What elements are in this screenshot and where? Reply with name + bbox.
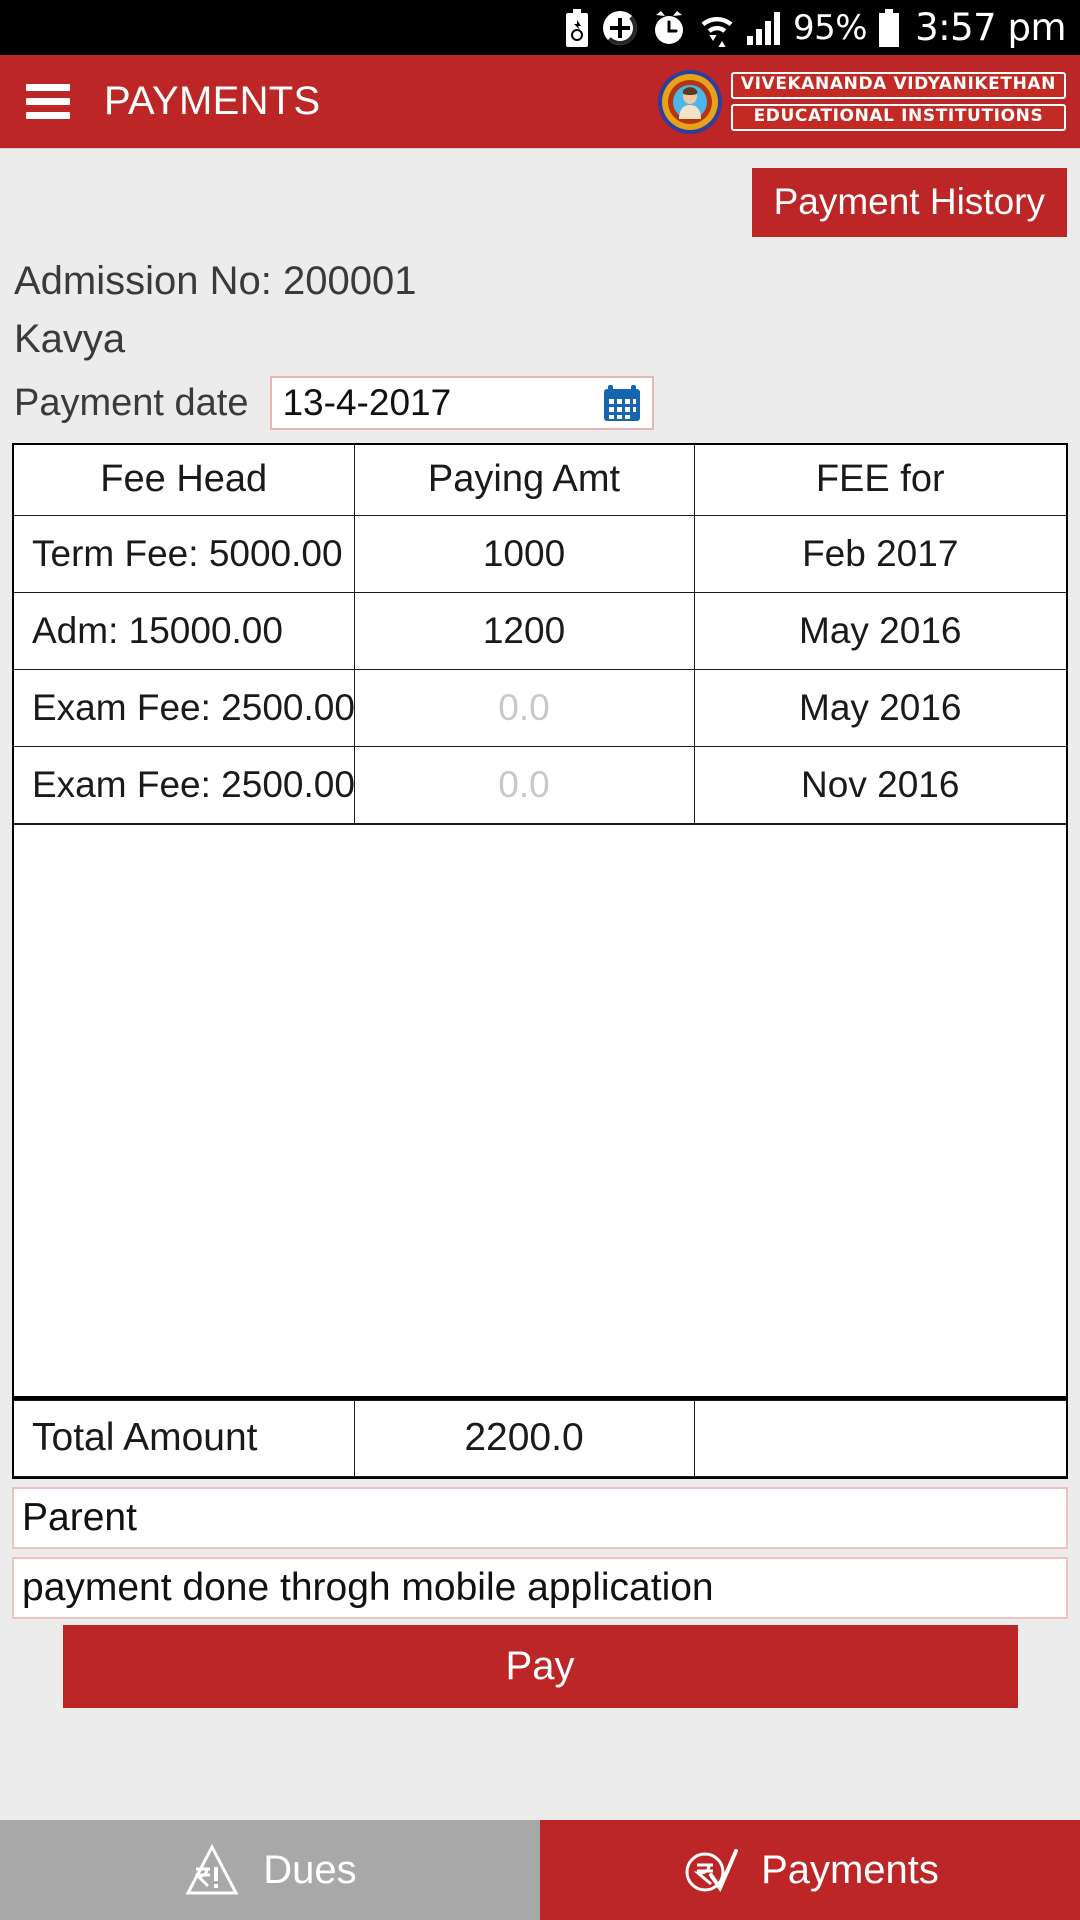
status-bar: 95% 3:57 pm xyxy=(0,0,1080,55)
cell-fee-for: May 2016 xyxy=(693,591,1066,670)
payment-date-value: 13-4-2017 xyxy=(282,382,452,423)
hamburger-menu-icon[interactable] xyxy=(26,84,70,119)
table-row: Adm: 15000.00 1200 May 2016 xyxy=(14,591,1066,670)
total-table: Total Amount 2200.0 xyxy=(14,1399,1066,1477)
total-amount-blank xyxy=(693,1399,1066,1477)
battery-icon xyxy=(878,8,900,47)
tab-dues-label: Dues xyxy=(263,1848,357,1892)
main-content: Payment History Admission No: 200001 Kav… xyxy=(0,148,1080,1820)
cell-fee-head: Exam Fee: 2500.00 xyxy=(14,745,355,824)
cell-paying-amt[interactable]: 1000 xyxy=(353,514,695,593)
signal-bars-icon xyxy=(746,11,782,45)
tab-payments-label: Payments xyxy=(761,1848,939,1892)
cell-fee-for: Feb 2017 xyxy=(693,514,1066,593)
cell-paying-amt[interactable]: 1200 xyxy=(353,591,695,670)
table-row: Exam Fee: 2500.00 0.0 Nov 2016 xyxy=(14,745,1066,824)
app-root: 95% 3:57 pm PAYMENTS VIVEKANANDA VIDYANI… xyxy=(0,0,1080,1920)
alarm-clock-icon xyxy=(650,9,688,47)
payment-history-button[interactable]: Payment History xyxy=(751,168,1067,237)
school-emblem-icon xyxy=(657,69,723,135)
total-row-container: Total Amount 2200.0 xyxy=(12,1397,1068,1479)
remarks-input-value: payment done throgh mobile application xyxy=(22,1565,714,1609)
student-name-label: Kavya xyxy=(14,317,126,361)
remarks-input[interactable]: payment done throgh mobile application xyxy=(12,1556,1068,1619)
payment-date-input[interactable]: 13-4-2017 xyxy=(270,376,655,430)
total-amount-value: 2200.0 xyxy=(353,1399,695,1477)
logo-line-1: VIVEKANANDA VIDYANIKETHAN xyxy=(730,72,1066,99)
power-save-icon xyxy=(601,9,639,47)
admission-number-label: Admission No: 200001 xyxy=(14,259,417,303)
tab-payments[interactable]: Payments xyxy=(540,1820,1080,1920)
cell-fee-for: May 2016 xyxy=(693,668,1066,747)
fee-table-container: Fee Head Paying Amt FEE for Term Fee: 50… xyxy=(12,443,1068,1398)
table-row: Exam Fee: 2500.00 0.0 May 2016 xyxy=(14,668,1066,747)
cell-fee-head: Adm: 15000.00 xyxy=(14,591,355,670)
table-row: Term Fee: 5000.00 1000 Feb 2017 xyxy=(14,514,1066,593)
calendar-icon[interactable] xyxy=(602,383,642,423)
pay-button-row: Pay xyxy=(0,1619,1080,1708)
pay-button[interactable]: Pay xyxy=(62,1624,1018,1708)
rupee-check-icon xyxy=(681,1841,739,1899)
page-title: PAYMENTS xyxy=(104,79,321,123)
payer-input[interactable]: Parent xyxy=(12,1486,1068,1549)
app-bar: PAYMENTS VIVEKANANDA VIDYANIKETHAN EDUCA… xyxy=(0,55,1080,148)
brand-logo: VIVEKANANDA VIDYANIKETHAN EDUCATIONAL IN… xyxy=(657,69,1066,135)
battery-saver-icon xyxy=(564,8,590,47)
column-header-fee-for: FEE for xyxy=(693,445,1066,516)
total-row: Total Amount 2200.0 xyxy=(14,1399,1066,1477)
column-header-fee-head: Fee Head xyxy=(14,445,355,516)
tab-dues[interactable]: Dues xyxy=(0,1820,540,1920)
fee-table-header-row: Fee Head Paying Amt FEE for xyxy=(14,445,1066,516)
clock-label: 3:57 pm xyxy=(915,6,1066,49)
cell-paying-amt[interactable]: 0.0 xyxy=(353,668,695,747)
payer-input-value: Parent xyxy=(22,1495,137,1539)
payment-history-row: Payment History xyxy=(0,148,1080,237)
column-header-paying-amt: Paying Amt xyxy=(353,445,695,516)
fee-table: Fee Head Paying Amt FEE for Term Fee: 50… xyxy=(14,445,1066,824)
cell-paying-amt[interactable]: 0.0 xyxy=(353,745,695,824)
rupee-warning-icon xyxy=(183,1841,241,1899)
bottom-tab-bar: Dues Payments xyxy=(0,1820,1080,1920)
fee-table-empty-area xyxy=(14,823,1066,1396)
wifi-icon xyxy=(699,9,735,47)
payment-date-row: Payment date 13-4-2017 xyxy=(0,362,1080,430)
cell-fee-head: Exam Fee: 2500.00 xyxy=(14,668,355,747)
logo-line-2: EDUCATIONAL INSTITUTIONS xyxy=(730,104,1066,131)
total-amount-label: Total Amount xyxy=(14,1399,355,1477)
payment-date-label: Payment date xyxy=(14,381,249,424)
cell-fee-for: Nov 2016 xyxy=(693,745,1066,824)
battery-percent-label: 95% xyxy=(793,7,868,48)
cell-fee-head: Term Fee: 5000.00 xyxy=(14,514,355,593)
